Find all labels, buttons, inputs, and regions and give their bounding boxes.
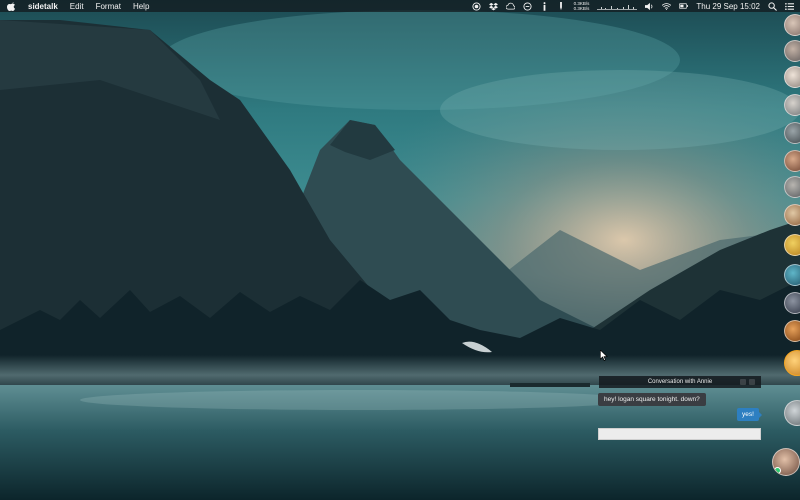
wifi-icon[interactable] [662,2,672,11]
sidetalk-contact-bar [772,14,800,500]
menu-help[interactable]: Help [133,2,149,11]
menubar-clock[interactable]: Thu 29 Sep 15:02 [696,2,760,11]
apple-menu-icon[interactable] [6,1,16,11]
speaker-icon[interactable] [645,2,654,11]
spotlight-icon[interactable] [768,1,777,11]
battery-icon[interactable] [679,2,689,11]
network-speed[interactable]: 0.3KB/s 0.3KB/s [574,1,590,11]
creative-cloud-icon[interactable] [505,2,515,11]
wallpaper-landscape [0,0,800,500]
contact-avatar[interactable] [784,66,800,88]
menu-edit[interactable]: Edit [70,2,84,11]
desktop-wallpaper [0,0,800,500]
contact-avatar[interactable] [784,14,800,36]
contact-avatar[interactable] [784,292,800,314]
menu-bar: sidetalk Edit Format Help 0.3KB/s 0.3KB/… [0,0,800,12]
contact-avatar[interactable] [784,150,800,172]
contact-avatar[interactable] [784,350,800,376]
contact-avatar[interactable] [784,204,800,226]
chat-header-controls [740,379,755,385]
dropbox-icon[interactable] [488,2,498,11]
net-download-speed: 0.3KB/s [573,6,590,11]
chat-title: Conversation with Annie [647,379,713,385]
network-activity-graph [597,2,638,10]
app-name-menu[interactable]: sidetalk [28,2,58,11]
chat-close-button[interactable] [749,379,755,385]
chat-header[interactable]: Conversation with Annie [599,376,761,388]
contact-avatar-self[interactable] [772,448,800,476]
outgoing-message-text: yes! [742,411,754,418]
contact-avatar[interactable] [784,234,800,256]
message-input[interactable] [598,428,761,440]
info-icon[interactable] [540,1,549,11]
contact-avatar[interactable] [784,320,800,342]
incoming-message: hey! logan square tonight. down? [598,393,706,406]
mouse-cursor-icon [600,350,608,361]
pen-icon[interactable] [557,1,566,11]
menu-format[interactable]: Format [96,2,121,11]
notification-center-icon[interactable] [785,2,794,11]
record-icon[interactable] [472,1,481,11]
contact-avatar[interactable] [784,122,800,144]
contact-avatar[interactable] [784,264,800,286]
outgoing-message: yes! [737,408,762,421]
online-status-dot [774,467,781,474]
incoming-message-text: hey! logan square tonight. down? [604,396,700,403]
chat-minimize-button[interactable] [740,379,746,385]
contact-avatar[interactable] [784,94,800,116]
contact-avatar[interactable] [784,400,800,426]
contact-avatar[interactable] [784,40,800,62]
sync-icon[interactable] [523,1,532,11]
contact-avatar[interactable] [784,176,800,198]
